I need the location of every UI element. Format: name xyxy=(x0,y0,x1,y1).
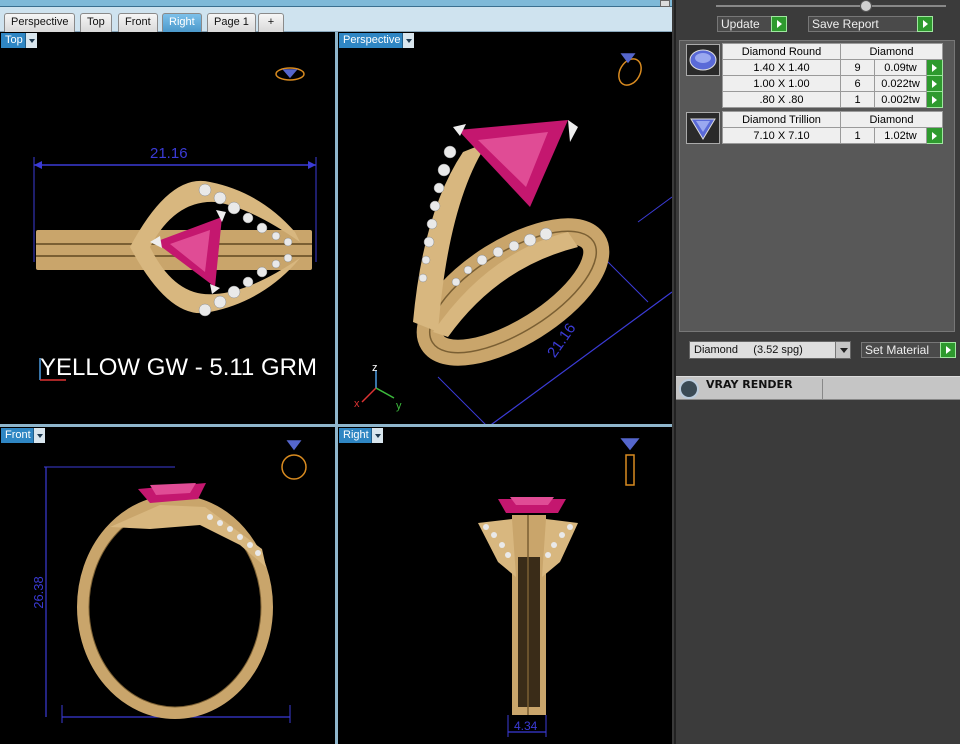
save-report-label: Save Report xyxy=(812,17,879,31)
viewport-splitter-vertical[interactable] xyxy=(335,32,338,744)
axis-label-z: z xyxy=(372,362,378,374)
material-select-value: Diamond (3.52 spg) xyxy=(694,344,803,356)
stone-count: 1 xyxy=(840,127,875,144)
column-header-type: Diamond Round xyxy=(722,43,841,60)
stone-size: .80 X .80 xyxy=(722,91,841,108)
dimension-width-right: 4.34 xyxy=(514,719,538,733)
axis-gizmo-perspective xyxy=(361,370,395,403)
vray-render-label: VRAY RENDER xyxy=(706,378,793,391)
panel-slider-track[interactable] xyxy=(716,0,946,12)
play-arrow-icon xyxy=(917,16,933,32)
view-cube-ring-icon[interactable] xyxy=(614,53,645,89)
row-go-button[interactable] xyxy=(926,127,943,144)
viewport-label-text: Right xyxy=(343,429,369,441)
chevron-down-icon[interactable] xyxy=(402,33,415,48)
viewport-splitter-horizontal[interactable] xyxy=(0,424,672,427)
panel-slider-knob[interactable] xyxy=(860,0,872,12)
table-row[interactable]: 7.10 X 7.10 1 1.02tw xyxy=(722,127,943,144)
dimension-height-front: 26.38 xyxy=(30,576,46,609)
dimension-width-top: 21.16 xyxy=(150,145,188,162)
play-arrow-icon xyxy=(771,16,787,32)
row-go-button[interactable] xyxy=(926,59,943,76)
table-row[interactable]: .80 X .80 1 0.002tw xyxy=(722,91,943,108)
vray-render-section[interactable]: VRAY RENDER xyxy=(676,376,960,400)
tab-front[interactable]: Front xyxy=(118,13,158,32)
metal-weight-annotation: YELLOW GW - 5.11 GRM xyxy=(40,354,317,381)
right-view-render xyxy=(478,438,640,737)
stone-table-round: Diamond Round Diamond 1.40 X 1.40 9 0.09tw … xyxy=(722,43,943,108)
column-header-type: Diamond Trillion xyxy=(722,111,841,128)
chevron-down-icon[interactable] xyxy=(370,428,383,443)
app-window: { "tabs": [ {"label": "Perspective", "ac… xyxy=(0,0,960,744)
row-go-button[interactable] xyxy=(926,75,943,92)
round-diamond-icon[interactable] xyxy=(686,44,720,76)
stone-count: 6 xyxy=(840,75,875,92)
stone-weight: 0.002tw xyxy=(874,91,927,108)
strip-dropdown-icon[interactable] xyxy=(660,0,670,7)
viewport-front[interactable]: Front 26.38 xyxy=(0,427,335,744)
viewport-label-front[interactable]: Front xyxy=(1,428,45,443)
perspective-view-render xyxy=(361,53,672,424)
axis-label-y: y xyxy=(396,400,402,412)
viewport-perspective[interactable]: Perspective 21.16 z x y xyxy=(338,32,672,424)
set-material-button[interactable]: Set Material xyxy=(861,342,956,358)
stone-size: 1.40 X 1.40 xyxy=(722,59,841,76)
tab-top[interactable]: Top xyxy=(80,13,112,32)
chevron-down-icon[interactable] xyxy=(835,342,850,358)
view-cube-ring-icon[interactable] xyxy=(281,440,307,480)
viewport-label-text: Top xyxy=(5,34,23,46)
chevron-down-icon[interactable] xyxy=(32,428,45,443)
stone-size: 7.10 X 7.10 xyxy=(722,127,841,144)
stone-weight: 0.09tw xyxy=(874,59,927,76)
table-row[interactable]: 1.40 X 1.40 9 0.09tw xyxy=(722,59,943,76)
add-tab-button[interactable]: + xyxy=(258,13,284,32)
viewport-label-perspective[interactable]: Perspective xyxy=(339,33,415,48)
column-header-material: Diamond xyxy=(840,111,943,128)
set-material-label: Set Material xyxy=(865,343,930,357)
viewport-label-text: Perspective xyxy=(343,34,401,46)
axis-label-x: x xyxy=(354,398,360,410)
stone-count: 1 xyxy=(840,91,875,108)
material-select[interactable]: Diamond (3.52 spg) xyxy=(689,341,851,359)
play-arrow-icon xyxy=(940,342,956,358)
table-row[interactable]: 1.00 X 1.00 6 0.022tw xyxy=(722,75,943,92)
divider xyxy=(822,379,823,399)
viewport-label-right[interactable]: Right xyxy=(339,428,383,443)
stone-size: 1.00 X 1.00 xyxy=(722,75,841,92)
stone-count: 9 xyxy=(840,59,875,76)
tab-page-1[interactable]: Page 1 xyxy=(207,13,256,32)
viewport-label-text: Front xyxy=(5,429,31,441)
front-view-render xyxy=(44,440,307,723)
column-header-material: Diamond xyxy=(840,43,943,60)
chevron-down-icon[interactable] xyxy=(24,33,37,48)
row-go-button[interactable] xyxy=(926,91,943,108)
vray-logo-icon xyxy=(679,379,699,399)
view-cube-ring-icon[interactable] xyxy=(275,67,305,81)
tab-perspective[interactable]: Perspective xyxy=(4,13,76,32)
dimension-line xyxy=(491,291,672,424)
tab-right[interactable]: Right xyxy=(162,13,202,32)
trillion-diamond-icon[interactable] xyxy=(686,112,720,144)
view-tab-bar: Perspective Top Front Right Page 1 + xyxy=(0,7,672,32)
stone-weight: 0.022tw xyxy=(874,75,927,92)
save-report-button[interactable]: Save Report xyxy=(808,16,933,32)
panel-title-strip xyxy=(0,0,672,7)
update-label: Update xyxy=(721,17,760,31)
viewport-label-top[interactable]: Top xyxy=(1,33,37,48)
stone-weight: 1.02tw xyxy=(874,127,927,144)
stone-table-trillion: Diamond Trillion Diamond 7.10 X 7.10 1 1.02… xyxy=(722,111,943,144)
view-cube-ring-icon[interactable] xyxy=(620,438,640,486)
update-button[interactable]: Update xyxy=(717,16,787,32)
viewport-right[interactable]: Right 4.34 xyxy=(338,427,672,744)
